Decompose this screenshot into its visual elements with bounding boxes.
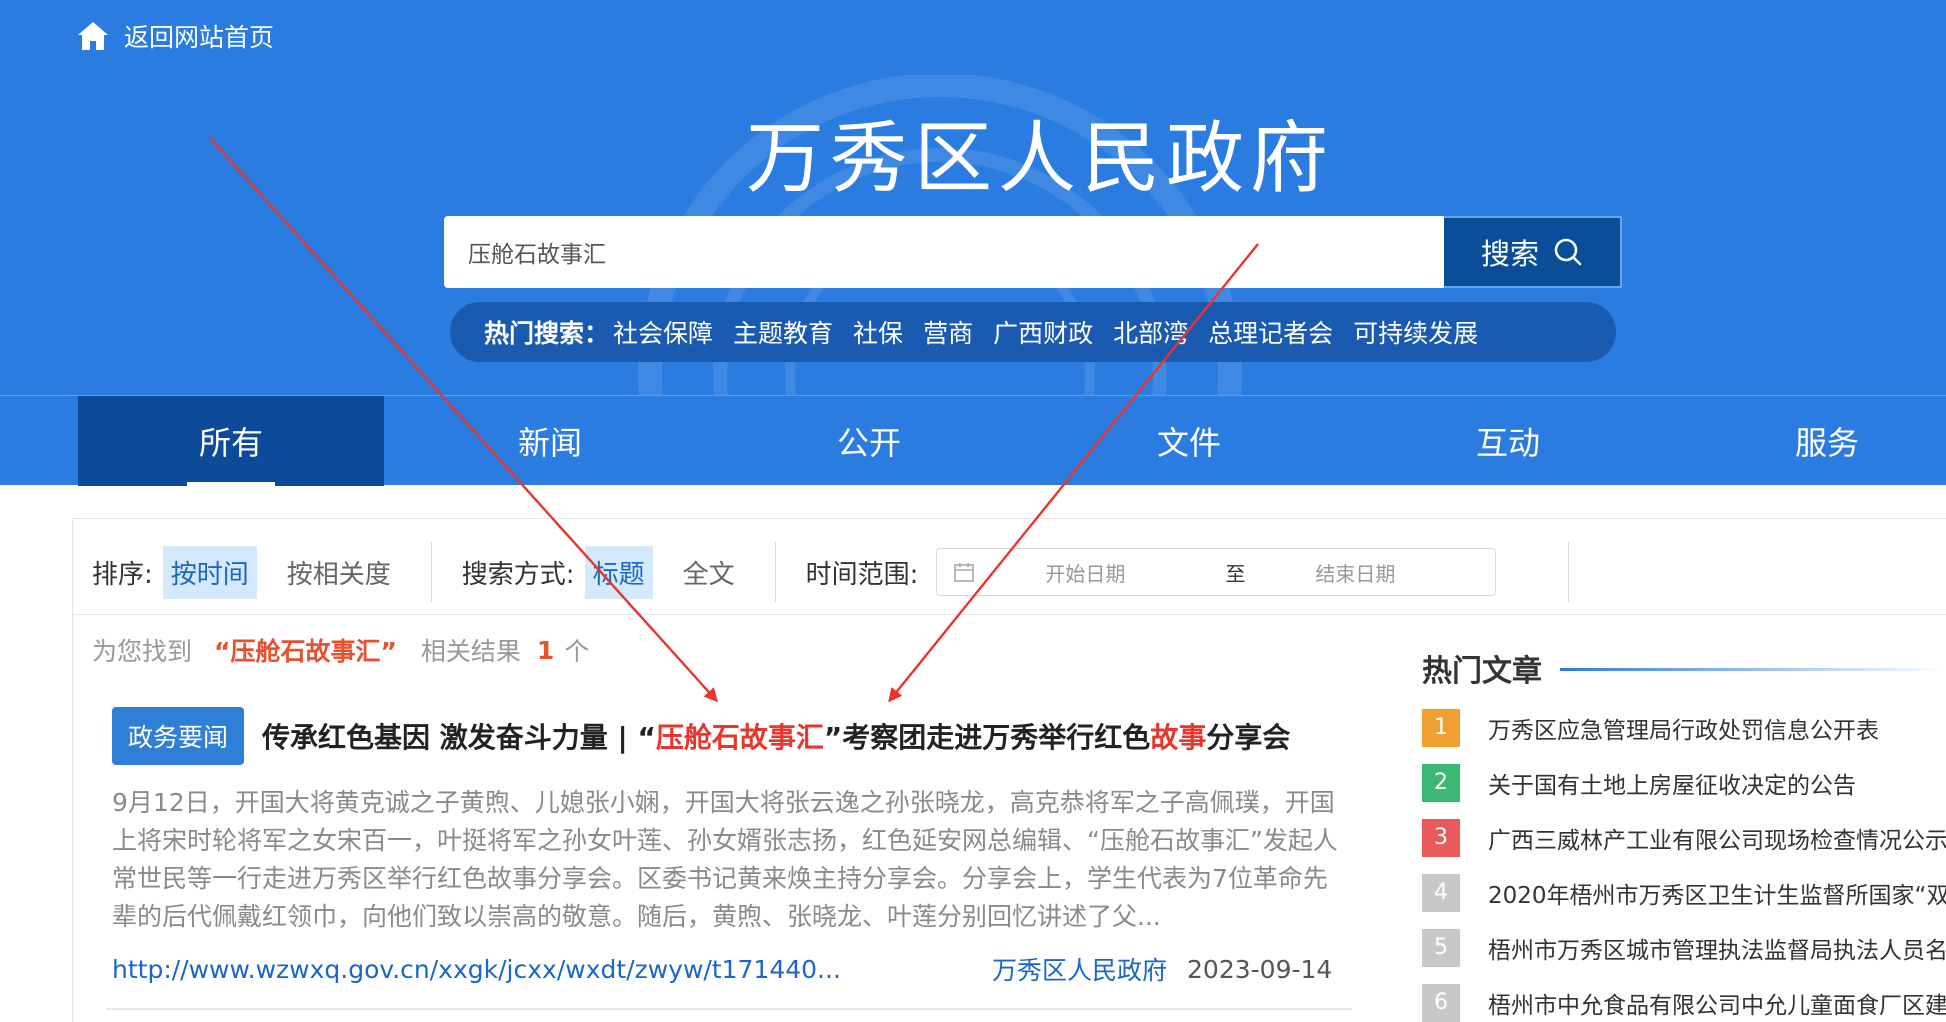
hot-article-title: 2020年梧州市万秀区卫生计生监督所国家“双随机” bbox=[1488, 882, 1946, 909]
search-result-item: 政务要闻 传承红色基因 激发奋斗力量 | “压舱石故事汇”考察团走进万秀举行红色… bbox=[112, 706, 1352, 988]
date-to-label: 至 bbox=[1225, 561, 1246, 586]
result-date: 2023-09-14 bbox=[1187, 954, 1333, 984]
hot-article-item[interactable]: 2 关于国有土地上房屋征收决定的公告 bbox=[1422, 755, 1946, 810]
hot-article-rank: 4 bbox=[1422, 873, 1460, 912]
tab-interaction[interactable]: 互动 bbox=[1355, 396, 1661, 486]
filter-bottom-divider bbox=[72, 614, 1946, 615]
date-range-picker[interactable]: 开始日期 至 结束日期 bbox=[936, 548, 1497, 596]
hot-article-item[interactable]: 5 梧州市万秀区城市管理执法监督局执法人员名单 bbox=[1422, 920, 1946, 975]
home-link-label: 返回网站首页 bbox=[124, 23, 275, 52]
hot-articles-title: 热门文章 bbox=[1422, 654, 1542, 689]
hot-article-title: 广西三威林产工业有限公司现场检查情况公示 bbox=[1488, 827, 1946, 854]
search-bar: 搜索 bbox=[444, 216, 1622, 288]
summary-keyword: “压舱石故事汇” bbox=[214, 637, 397, 666]
search-input[interactable] bbox=[444, 216, 1444, 288]
hot-search-bar: 热门搜索： 社会保障 主题教育 社保 营商 广西财政 北部湾 总理记者会 可持续… bbox=[450, 302, 1616, 362]
hot-search-item[interactable]: 广西财政 bbox=[993, 314, 1093, 350]
tab-all[interactable]: 所有 bbox=[78, 396, 384, 486]
site-title: 万秀区人民政府 bbox=[745, 114, 1334, 204]
summary-count: 1 bbox=[536, 635, 555, 665]
sort-by-time[interactable]: 按时间 bbox=[162, 545, 257, 599]
end-date-field[interactable]: 结束日期 bbox=[1315, 558, 1395, 587]
hot-articles-list: 1 万秀区应急管理局行政处罚信息公开表 2 关于国有土地上房屋征收决定的公告 3… bbox=[1422, 700, 1946, 1022]
calendar-icon bbox=[954, 563, 975, 582]
tab-news[interactable]: 新闻 bbox=[397, 396, 703, 486]
hot-search-item[interactable]: 营商 bbox=[923, 314, 973, 350]
result-url-link[interactable]: http://www.wzwxq.gov.cn/xxgk/jcxx/wxdt/z… bbox=[112, 955, 992, 984]
sort-by-relevance[interactable]: 按相关度 bbox=[279, 546, 399, 599]
search-button[interactable]: 搜索 bbox=[1444, 216, 1622, 288]
site-header: 返回网站首页 万秀区人民政府 搜索 热门搜索： 社会保障 主题教育 社保 营商 … bbox=[0, 0, 1946, 395]
hot-search-item[interactable]: 总理记者会 bbox=[1208, 314, 1333, 350]
hot-article-item[interactable]: 1 万秀区应急管理局行政处罚信息公开表 bbox=[1422, 700, 1946, 755]
hot-article-item[interactable]: 6 梧州市中允食品有限公司中允儿童面食厂区建... bbox=[1422, 975, 1946, 1022]
filter-divider bbox=[774, 542, 776, 602]
hot-search-item[interactable]: 北部湾 bbox=[1113, 314, 1188, 350]
hot-search-item[interactable]: 社保 bbox=[853, 314, 903, 350]
result-snippet: 9月12日，开国大将黄克诚之子黄煦、儿媳张小娴，开国大将张云逸之孙张晓龙，高克恭… bbox=[112, 788, 1338, 931]
hot-article-rank: 5 bbox=[1422, 928, 1460, 967]
hot-search-item[interactable]: 可持续发展 bbox=[1353, 314, 1478, 350]
result-title-text: 分享会 bbox=[1206, 721, 1291, 754]
result-divider bbox=[106, 1008, 1352, 1010]
hot-article-rank: 3 bbox=[1422, 818, 1460, 857]
result-title-link[interactable]: 传承红色基因 激发奋斗力量 | “压舱石故事汇”考察团走进万秀举行红色故事分享会 bbox=[262, 716, 1290, 756]
result-title-text: 传承红色基因 激发奋斗力量 | “ bbox=[262, 721, 656, 754]
hot-article-title: 梧州市万秀区城市管理执法监督局执法人员名单 bbox=[1488, 937, 1946, 964]
mode-fulltext[interactable]: 全文 bbox=[675, 546, 743, 599]
hot-article-item[interactable]: 3 广西三威林产工业有限公司现场检查情况公示 bbox=[1422, 810, 1946, 865]
filter-divider bbox=[430, 542, 432, 602]
result-title-highlight: 故事 bbox=[1150, 721, 1207, 754]
result-meta: http://www.wzwxq.gov.cn/xxgk/jcxx/wxdt/z… bbox=[112, 950, 1352, 988]
home-link[interactable]: 返回网站首页 bbox=[76, 18, 274, 54]
filter-divider bbox=[1568, 542, 1570, 602]
result-source-link[interactable]: 万秀区人民政府 bbox=[992, 951, 1167, 987]
result-title-highlight: 压舱石故事汇 bbox=[655, 721, 824, 754]
result-category-tag[interactable]: 政务要闻 bbox=[112, 707, 245, 765]
hot-article-item[interactable]: 4 2020年梧州市万秀区卫生计生监督所国家“双随机” bbox=[1422, 865, 1946, 920]
search-icon bbox=[1554, 238, 1582, 266]
search-mode-label: 搜索方式: bbox=[461, 559, 575, 590]
search-button-label: 搜索 bbox=[1480, 237, 1539, 271]
hot-article-rank: 1 bbox=[1422, 708, 1460, 747]
summary-prefix: 为您找到 bbox=[92, 637, 193, 666]
sort-label: 排序: bbox=[92, 559, 153, 590]
result-title-text: ”考察团走进万秀举行红色 bbox=[823, 721, 1151, 754]
hot-search-item[interactable]: 社会保障 bbox=[613, 314, 713, 350]
category-nav: 所有 新闻 公开 文件 互动 服务 bbox=[0, 395, 1946, 486]
tab-services[interactable]: 服务 bbox=[1674, 396, 1946, 486]
start-date-field[interactable]: 开始日期 bbox=[1045, 558, 1195, 587]
hot-articles-title-line bbox=[1560, 668, 1946, 671]
tab-documents[interactable]: 文件 bbox=[1036, 396, 1342, 486]
hot-article-title: 关于国有土地上房屋征收决定的公告 bbox=[1488, 772, 1856, 799]
summary-mid: 相关结果 bbox=[420, 637, 521, 666]
summary-unit: 个 bbox=[564, 637, 590, 666]
time-range-label: 时间范围: bbox=[805, 559, 919, 590]
hot-article-rank: 2 bbox=[1422, 763, 1460, 802]
home-icon bbox=[78, 22, 108, 50]
hot-article-rank: 6 bbox=[1422, 983, 1460, 1022]
hot-article-title: 梧州市中允食品有限公司中允儿童面食厂区建... bbox=[1488, 992, 1946, 1019]
result-summary: 为您找到 “压舱石故事汇” 相关结果 1 个 bbox=[92, 630, 589, 670]
hot-article-title: 万秀区应急管理局行政处罚信息公开表 bbox=[1488, 717, 1879, 744]
tab-public[interactable]: 公开 bbox=[716, 396, 1022, 486]
mode-title[interactable]: 标题 bbox=[584, 545, 653, 599]
hot-search-label: 热门搜索： bbox=[484, 319, 610, 348]
filter-bar: 排序: 按时间 按相关度 搜索方式: 标题 全文 时间范围: 开始日期 至 结束… bbox=[72, 536, 1946, 608]
hot-search-item[interactable]: 主题教育 bbox=[733, 314, 833, 350]
